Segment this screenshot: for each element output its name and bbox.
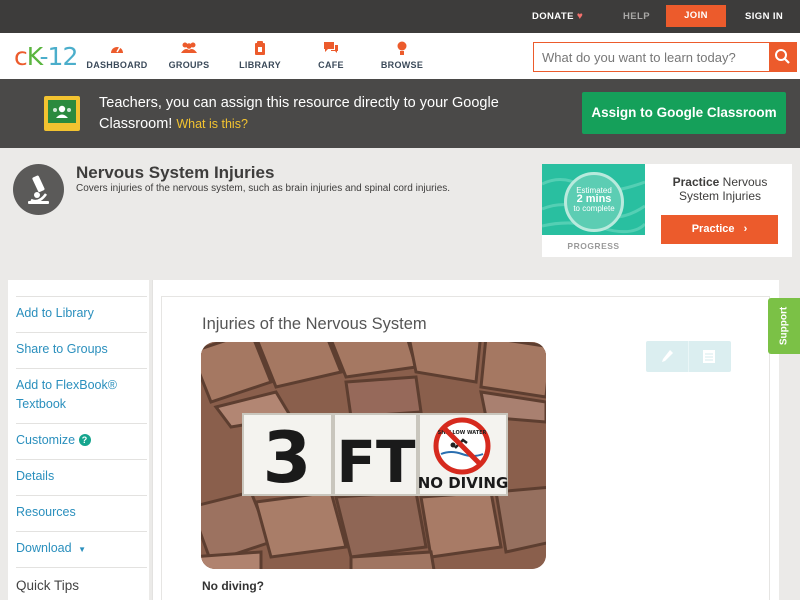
search-icon xyxy=(775,49,790,64)
assign-to-google-classroom-button[interactable]: Assign to Google Classroom xyxy=(582,92,786,134)
nav-library[interactable]: LIBRARY xyxy=(225,41,295,70)
sidebar-divider xyxy=(16,459,147,460)
estimated-time-badge: Estimated 2 mins to complete xyxy=(564,172,624,232)
search-input[interactable] xyxy=(534,43,770,71)
section-title: Injuries of the Nervous System xyxy=(202,315,427,333)
google-classroom-banner: Teachers, you can assign this resource d… xyxy=(0,79,800,148)
sidebar-divider xyxy=(16,495,147,496)
notes-icon[interactable] xyxy=(702,349,716,369)
what-is-this-link[interactable]: What is this? xyxy=(176,117,248,131)
google-classroom-icon xyxy=(44,96,80,131)
estimated-mins: 2 mins xyxy=(576,193,612,205)
sidebar-item-add-to-library[interactable]: Add to Library xyxy=(16,304,139,323)
logo-c: c xyxy=(14,42,28,71)
sidebar-divider xyxy=(16,296,147,297)
nav-dashboard-label: DASHBOARD xyxy=(86,60,148,70)
sidebar-item-download[interactable]: Download ▼ xyxy=(16,539,139,559)
practice-button[interactable]: Practice › xyxy=(661,215,778,244)
support-tab[interactable]: Support xyxy=(768,298,800,354)
tile-ft: FT xyxy=(336,428,416,496)
groups-icon xyxy=(154,41,224,56)
library-icon xyxy=(225,41,295,56)
sidebar-divider xyxy=(16,332,147,333)
practice-description: Practice Nervous System Injuries xyxy=(654,175,786,203)
search-box xyxy=(533,42,797,72)
help-question-icon[interactable]: ? xyxy=(78,434,91,446)
sidebar-divider xyxy=(16,531,147,532)
customize-label: Customize xyxy=(16,433,76,447)
banner-text: Teachers, you can assign this resource d… xyxy=(99,93,559,135)
practice-button-label: Practice xyxy=(691,223,735,235)
sign-in-link[interactable]: SIGN IN xyxy=(745,0,783,33)
browse-icon xyxy=(367,41,437,56)
to-complete-label: to complete xyxy=(573,204,615,213)
cafe-icon xyxy=(296,41,366,56)
join-button[interactable]: JOIN xyxy=(666,5,726,27)
tile-no-diving: NO DIVING xyxy=(418,474,509,492)
chevron-right-icon: › xyxy=(743,223,748,235)
left-sidebar: Add to Library Share to Groups Add to Fl… xyxy=(8,280,149,600)
sidebar-item-details[interactable]: Details xyxy=(16,467,139,486)
caret-down-icon: ▼ xyxy=(78,545,86,554)
practice-word: Practice xyxy=(672,175,720,189)
practice-card: Estimated 2 mins to complete PROGRESS Pr… xyxy=(542,164,792,257)
sidebar-divider xyxy=(16,368,147,369)
image-caption: No diving? xyxy=(202,579,264,593)
sidebar-item-add-to-flexbook[interactable]: Add to FlexBook® Textbook xyxy=(16,376,139,414)
help-link[interactable]: HELP xyxy=(623,0,650,33)
nav-cafe-label: CAFE xyxy=(318,60,344,70)
sidebar-item-customize[interactable]: Customize ? xyxy=(16,431,139,450)
nav-groups-label: GROUPS xyxy=(168,60,210,70)
quick-tips-heading[interactable]: Quick Tips xyxy=(16,576,139,595)
top-bar: DONATE ♥ HELP JOIN SIGN IN xyxy=(0,0,800,33)
search-button[interactable] xyxy=(769,43,796,71)
support-label: Support xyxy=(778,306,790,346)
donate-label: DONATE xyxy=(532,11,574,22)
annotation-toolbar xyxy=(646,341,731,372)
download-label: Download xyxy=(16,541,72,555)
banner-message: Teachers, you can assign this resource d… xyxy=(99,95,499,132)
logo-k: K xyxy=(26,42,41,71)
nav-library-label: LIBRARY xyxy=(239,60,281,70)
heart-icon: ♥ xyxy=(576,11,584,22)
ck12-logo[interactable]: cK-12 xyxy=(14,42,79,71)
sidebar-divider xyxy=(16,567,147,568)
tile-3: 3 xyxy=(263,417,312,499)
sidebar-divider xyxy=(16,423,147,424)
toolbar-divider xyxy=(688,341,689,372)
pencil-icon[interactable] xyxy=(660,349,674,369)
dashboard-icon xyxy=(82,41,152,56)
nav-dashboard[interactable]: DASHBOARD xyxy=(82,41,152,70)
nav-groups[interactable]: GROUPS xyxy=(154,41,224,70)
progress-label: PROGRESS xyxy=(567,241,620,251)
microscope-icon xyxy=(13,164,64,215)
donate-link[interactable]: DONATE ♥ xyxy=(532,0,583,33)
nav-browse-label: BROWSE xyxy=(380,60,424,70)
logo-12: -12 xyxy=(39,42,79,71)
no-diving-photo: 3 FT SHALLOW WATER NO DIVING xyxy=(201,342,546,569)
progress-image: Estimated 2 mins to complete xyxy=(542,164,645,235)
sidebar-item-resources[interactable]: Resources xyxy=(16,503,139,522)
sidebar-item-share-to-groups[interactable]: Share to Groups xyxy=(16,340,139,359)
nav-cafe[interactable]: CAFE xyxy=(296,41,366,70)
main-nav: cK-12 DASHBOARD GROUPS LIBRARY CAFE BROW… xyxy=(0,33,800,79)
page-title: Nervous System Injuries xyxy=(76,163,275,182)
concept-description: Covers injuries of the nervous system, s… xyxy=(76,183,451,194)
nav-browse[interactable]: BROWSE xyxy=(367,41,437,70)
